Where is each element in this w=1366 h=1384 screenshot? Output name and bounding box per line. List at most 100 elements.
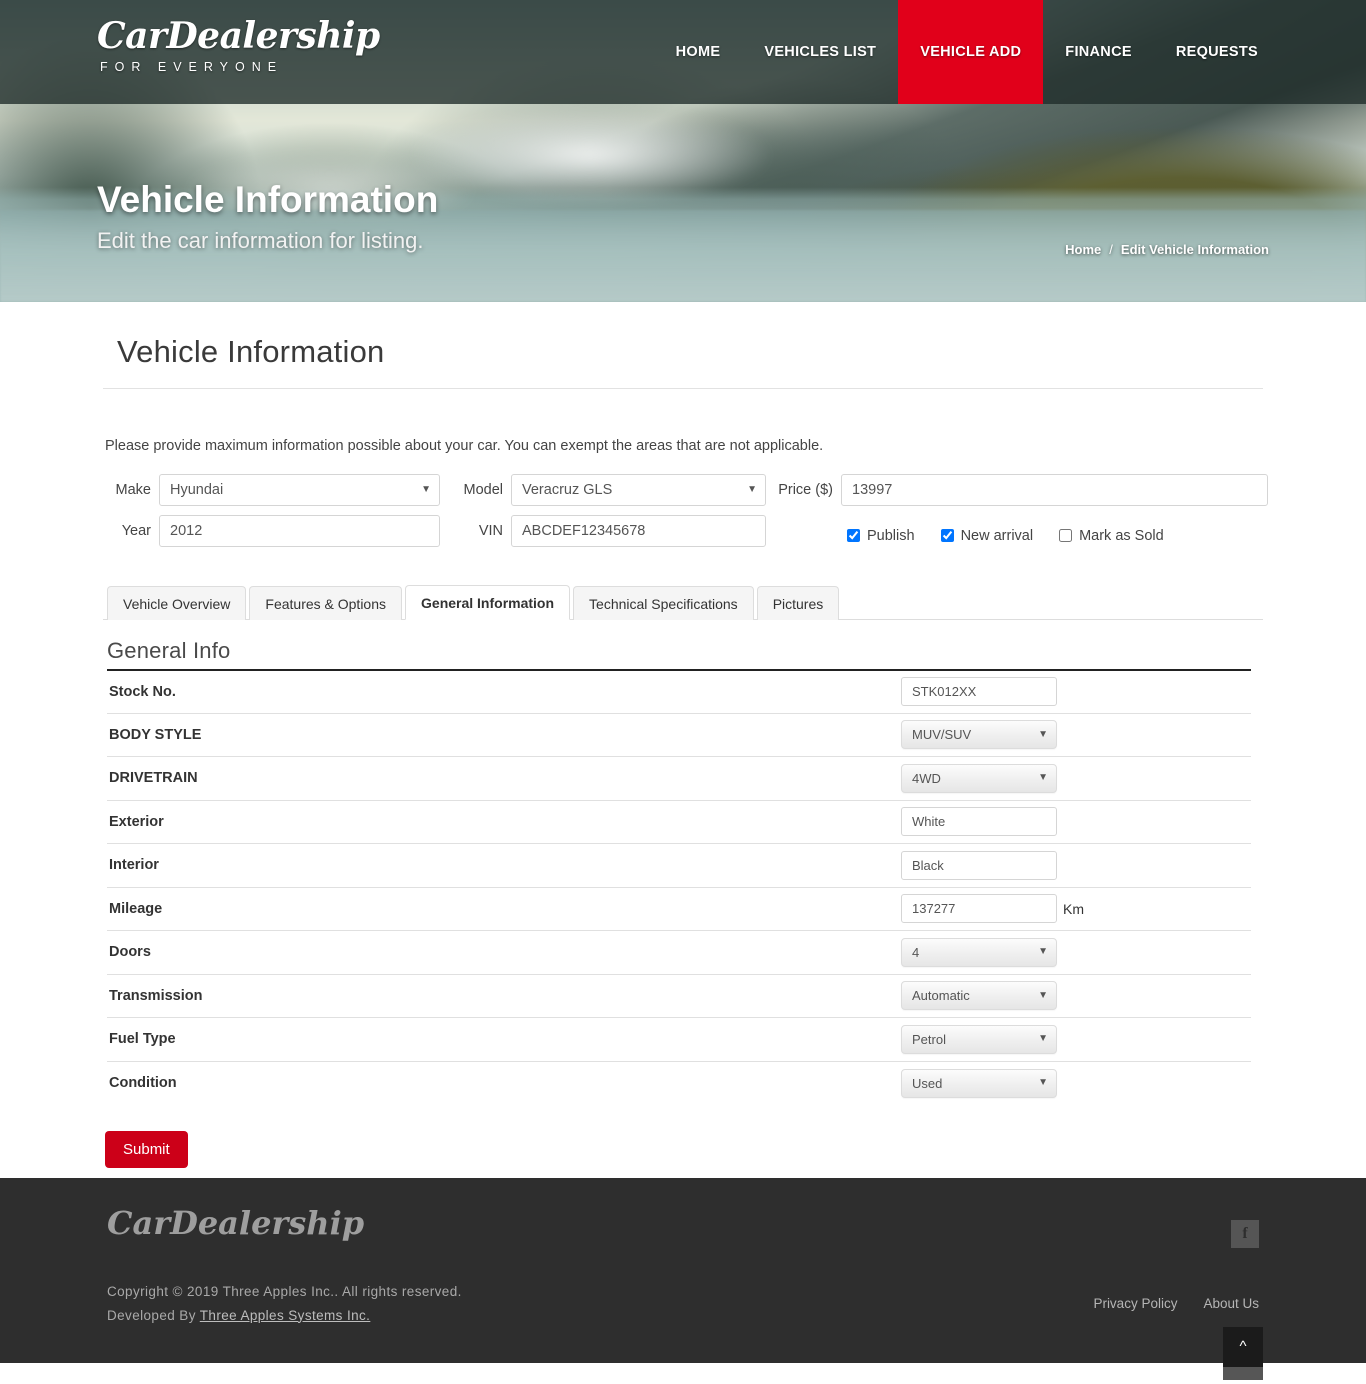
footer-link-about-us[interactable]: About Us (1203, 1296, 1259, 1311)
checkbox-mark-as-sold-label: Mark as Sold (1079, 527, 1164, 544)
checkbox-publish-label: Publish (867, 527, 915, 544)
checkbox-new-arrival-input[interactable] (940, 529, 954, 542)
year-label: Year (121, 522, 151, 539)
row-select[interactable] (901, 937, 1057, 967)
make-select[interactable] (159, 473, 440, 506)
breadcrumb-home-link[interactable]: Home (1065, 242, 1101, 257)
row-select-wrapper[interactable]: ▼ (901, 763, 1057, 793)
row-select[interactable] (901, 1068, 1057, 1098)
row-select[interactable] (901, 763, 1057, 793)
tab-vehicle-overview[interactable]: Vehicle Overview (107, 585, 247, 620)
publish-options: Publish New arrival Mark as Sold (847, 528, 1164, 544)
checkbox-new-arrival[interactable]: New arrival (940, 527, 1034, 544)
make-select-wrapper[interactable]: ▼ (159, 473, 440, 506)
row-text-input[interactable] (901, 677, 1057, 706)
table-row: Interior (107, 843, 1251, 887)
row-unit: Km (1063, 900, 1084, 917)
row-control (901, 850, 1251, 880)
top-navigation-bar: CarDealership FOR EVERYONE HOME VEHICLES… (0, 0, 1366, 104)
row-label: Transmission (107, 973, 901, 1018)
field-model: Model ▼ (453, 473, 766, 506)
row-control (901, 677, 1251, 706)
row-control: Km (901, 894, 1251, 924)
site-logo[interactable]: CarDealership FOR EVERYONE (97, 16, 380, 74)
model-select[interactable] (511, 473, 766, 506)
breadcrumb: Home / Edit Vehicle Information (1065, 242, 1269, 257)
row-select-wrapper[interactable]: ▼ (901, 1068, 1057, 1098)
row-select[interactable] (901, 720, 1057, 750)
row-select-wrapper[interactable]: ▼ (901, 720, 1057, 750)
row-select-wrapper[interactable]: ▼ (901, 981, 1057, 1011)
footer-copyright: Copyright © 2019 Three Apples Inc.. All … (107, 1283, 462, 1299)
row-select-wrapper[interactable]: ▼ (901, 1024, 1057, 1054)
row-value-cell: ▼ (901, 973, 1251, 1018)
price-label: Price ($) (778, 481, 833, 498)
year-input[interactable] (159, 514, 440, 547)
general-info-table: Stock No.BODY STYLE▼DRIVETRAIN▼ExteriorI… (107, 668, 1251, 1105)
page-title: Vehicle Information (103, 302, 1263, 389)
row-control: ▼ (901, 1068, 1251, 1098)
submit-button[interactable]: Submit (105, 1130, 188, 1168)
row-control: ▼ (901, 937, 1251, 967)
row-value-cell: ▼ (901, 1060, 1251, 1105)
table-row: Doors▼ (107, 930, 1251, 974)
row-value-cell (901, 843, 1251, 887)
tab-technical-specifications[interactable]: Technical Specifications (573, 585, 754, 620)
checkbox-mark-as-sold-input[interactable] (1059, 529, 1073, 542)
row-label: BODY STYLE (107, 712, 901, 757)
field-make: Make ▼ (107, 473, 440, 506)
scroll-to-top-button-footer[interactable]: ^ (1223, 1326, 1263, 1367)
row-value-cell: Km (901, 886, 1251, 931)
footer-developed-prefix: Developed By (107, 1307, 200, 1323)
facebook-icon[interactable]: f (1231, 1219, 1259, 1248)
main-content: Vehicle Information Please provide maxim… (0, 302, 1366, 1380)
row-label: Stock No. (107, 668, 901, 713)
nav-item-requests[interactable]: REQUESTS (1154, 0, 1280, 104)
nav-item-vehicles-list[interactable]: VEHICLES LIST (742, 0, 898, 104)
field-price: Price ($) (775, 473, 1268, 506)
row-value-cell (901, 668, 1251, 713)
nav-item-vehicle-add[interactable]: VEHICLE ADD (898, 0, 1044, 104)
row-select-wrapper[interactable]: ▼ (901, 937, 1057, 967)
field-year: Year (107, 514, 440, 547)
row-text-input[interactable] (901, 894, 1057, 924)
footer-link-privacy-policy[interactable]: Privacy Policy (1093, 1296, 1177, 1311)
row-text-input[interactable] (901, 807, 1057, 837)
row-text-input[interactable] (901, 850, 1057, 880)
footer-developer-link[interactable]: Three Apples Systems Inc. (200, 1308, 371, 1323)
main-nav: HOME VEHICLES LIST VEHICLE ADD FINANCE R… (654, 0, 1280, 104)
row-label: Mileage (107, 886, 901, 931)
checkbox-publish[interactable]: Publish (847, 528, 915, 544)
row-control: ▼ (901, 720, 1251, 750)
price-input[interactable] (841, 473, 1268, 506)
checkbox-mark-as-sold[interactable]: Mark as Sold (1059, 528, 1164, 544)
row-control (901, 807, 1251, 837)
tab-features-options[interactable]: Features & Options (249, 585, 403, 620)
tab-pictures[interactable]: Pictures (756, 585, 840, 620)
nav-item-home[interactable]: HOME (654, 0, 743, 104)
row-label: Interior (107, 843, 901, 887)
row-value-cell (901, 799, 1251, 844)
row-label: DRIVETRAIN (107, 756, 901, 800)
site-footer: CarDealership Copyright © 2019 Three App… (0, 1177, 1366, 1367)
tab-general-information[interactable]: General Information (405, 584, 571, 620)
row-value-cell: ▼ (901, 930, 1251, 974)
checkbox-new-arrival-label: New arrival (960, 527, 1034, 544)
table-row: Transmission▼ (107, 973, 1251, 1018)
field-vin: VIN (453, 514, 766, 547)
row-select[interactable] (901, 1024, 1057, 1054)
nav-item-finance[interactable]: FINANCE (1043, 0, 1154, 104)
checkbox-publish-input[interactable] (847, 529, 860, 542)
row-select[interactable] (901, 981, 1057, 1011)
vehicle-info-tabs: Vehicle Overview Features & Options Gene… (103, 584, 1263, 620)
breadcrumb-current: Edit Vehicle Information (1120, 242, 1269, 257)
vin-input[interactable] (511, 514, 766, 547)
general-info-table-body: Stock No.BODY STYLE▼DRIVETRAIN▼ExteriorI… (107, 668, 1251, 1105)
row-label: Doors (107, 930, 901, 974)
site-logo-main: CarDealership (97, 15, 380, 57)
model-select-wrapper[interactable]: ▼ (511, 473, 766, 506)
table-row: Exterior (107, 799, 1251, 844)
row-value-cell: ▼ (901, 1017, 1251, 1061)
site-logo-tagline: FOR EVERYONE (100, 60, 284, 74)
row-label: Fuel Type (107, 1017, 901, 1061)
